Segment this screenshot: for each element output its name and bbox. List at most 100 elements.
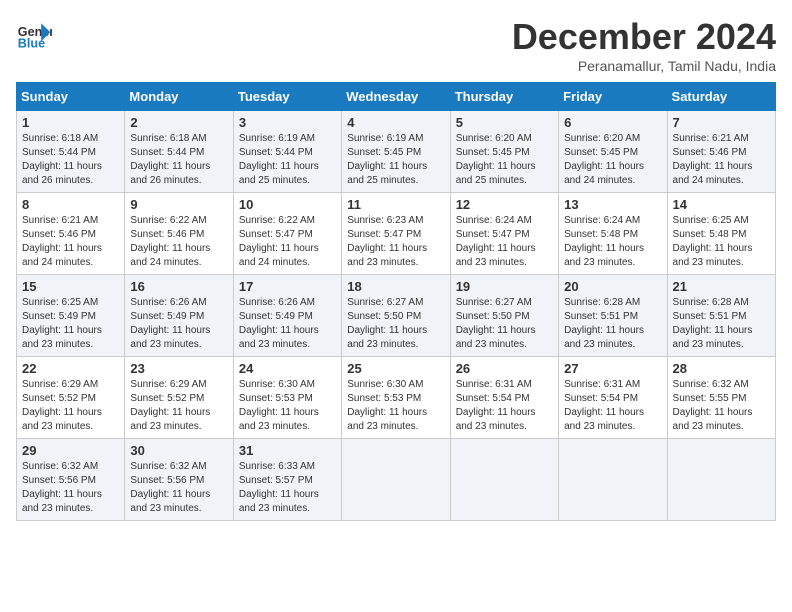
calendar-cell: 19 Sunrise: 6:27 AM Sunset: 5:50 PM Dayli… [450, 275, 558, 357]
calendar-week-row: 1 Sunrise: 6:18 AM Sunset: 5:44 PM Daylig… [17, 111, 776, 193]
month-title: December 2024 [512, 16, 776, 58]
calendar-cell: 18Sunrise: 6:27 AM Sunset: 5:50 PM Dayli… [342, 275, 450, 357]
calendar-body: 1 Sunrise: 6:18 AM Sunset: 5:44 PM Daylig… [17, 111, 776, 521]
day-number: 23 [130, 361, 227, 376]
calendar-cell: 11 Sunrise: 6:23 AM Sunset: 5:47 PM Dayli… [342, 193, 450, 275]
day-info: Sunrise: 6:20 AM Sunset: 5:45 PM Dayligh… [456, 132, 553, 188]
day-info: Sunrise: 6:23 AM Sunset: 5:47 PM Dayligh… [347, 214, 444, 270]
day-info: Sunrise: 6:22 AM Sunset: 5:46 PM Dayligh… [130, 214, 227, 270]
calendar-cell: 12 Sunrise: 6:24 AM Sunset: 5:47 PM Dayli… [450, 193, 558, 275]
calendar-cell [559, 439, 667, 521]
day-info: Sunrise: 6:24 AM Sunset: 5:47 PM Dayligh… [456, 214, 553, 270]
day-info: Sunrise: 6:21 AM Sunset: 5:46 PM Dayligh… [22, 214, 119, 270]
calendar-cell: 17 Sunrise: 6:26 AM Sunset: 5:49 PM Dayli… [233, 275, 341, 357]
weekday-header: Wednesday [342, 83, 450, 111]
calendar-cell: 7Sunrise: 6:21 AM Sunset: 5:46 PM Daylig… [667, 111, 775, 193]
day-number: 22 [22, 361, 119, 376]
day-number: 14 [673, 197, 770, 212]
day-number: 2 [130, 115, 227, 130]
day-number: 25 [347, 361, 444, 376]
calendar-cell: 16 Sunrise: 6:26 AM Sunset: 5:49 PM Dayli… [125, 275, 233, 357]
day-number: 5 [456, 115, 553, 130]
calendar-cell: 30 Sunrise: 6:32 AM Sunset: 5:56 PM Dayli… [125, 439, 233, 521]
weekday-header: Saturday [667, 83, 775, 111]
calendar-cell: 23 Sunrise: 6:29 AM Sunset: 5:52 PM Dayli… [125, 357, 233, 439]
day-info: Sunrise: 6:30 AM Sunset: 5:53 PM Dayligh… [347, 378, 444, 434]
page-header: General Blue December 2024 Peranamallur,… [16, 16, 776, 74]
weekday-header: Thursday [450, 83, 558, 111]
day-number: 19 [456, 279, 553, 294]
day-number: 13 [564, 197, 661, 212]
calendar-week-row: 15Sunrise: 6:25 AM Sunset: 5:49 PM Dayli… [17, 275, 776, 357]
day-number: 11 [347, 197, 444, 212]
calendar-cell: 13 Sunrise: 6:24 AM Sunset: 5:48 PM Dayli… [559, 193, 667, 275]
day-number: 16 [130, 279, 227, 294]
logo-icon: General Blue [16, 16, 52, 52]
day-number: 6 [564, 115, 661, 130]
calendar-cell: 21 Sunrise: 6:28 AM Sunset: 5:51 PM Dayli… [667, 275, 775, 357]
day-info: Sunrise: 6:24 AM Sunset: 5:48 PM Dayligh… [564, 214, 661, 270]
day-number: 31 [239, 443, 336, 458]
day-info: Sunrise: 6:31 AM Sunset: 5:54 PM Dayligh… [456, 378, 553, 434]
day-info: Sunrise: 6:32 AM Sunset: 5:56 PM Dayligh… [130, 460, 227, 516]
day-info: Sunrise: 6:29 AM Sunset: 5:52 PM Dayligh… [130, 378, 227, 434]
day-info: Sunrise: 6:19 AM Sunset: 5:44 PM Dayligh… [239, 132, 336, 188]
day-info: Sunrise: 6:20 AM Sunset: 5:45 PM Dayligh… [564, 132, 661, 188]
weekday-header: Friday [559, 83, 667, 111]
calendar-week-row: 29 Sunrise: 6:32 AM Sunset: 5:56 PM Dayli… [17, 439, 776, 521]
day-info: Sunrise: 6:22 AM Sunset: 5:47 PM Dayligh… [239, 214, 336, 270]
day-number: 21 [673, 279, 770, 294]
day-number: 4 [347, 115, 444, 130]
day-info: Sunrise: 6:32 AM Sunset: 5:56 PM Dayligh… [22, 460, 119, 516]
calendar-cell: 8 Sunrise: 6:21 AM Sunset: 5:46 PM Daylig… [17, 193, 125, 275]
calendar-cell: 5 Sunrise: 6:20 AM Sunset: 5:45 PM Daylig… [450, 111, 558, 193]
title-block: December 2024 Peranamallur, Tamil Nadu, … [512, 16, 776, 74]
day-info: Sunrise: 6:19 AM Sunset: 5:45 PM Dayligh… [347, 132, 444, 188]
calendar-cell: 3 Sunrise: 6:19 AM Sunset: 5:44 PM Daylig… [233, 111, 341, 193]
day-number: 12 [456, 197, 553, 212]
calendar-cell: 4 Sunrise: 6:19 AM Sunset: 5:45 PM Daylig… [342, 111, 450, 193]
calendar-cell: 1Sunrise: 6:18 AM Sunset: 5:44 PM Daylig… [17, 111, 125, 193]
day-info: Sunrise: 6:26 AM Sunset: 5:49 PM Dayligh… [130, 296, 227, 352]
day-number: 18 [347, 279, 444, 294]
calendar-cell: 15Sunrise: 6:25 AM Sunset: 5:49 PM Dayli… [17, 275, 125, 357]
day-info: Sunrise: 6:31 AM Sunset: 5:54 PM Dayligh… [564, 378, 661, 434]
calendar-cell: 27 Sunrise: 6:31 AM Sunset: 5:54 PM Dayli… [559, 357, 667, 439]
calendar-cell: 22Sunrise: 6:29 AM Sunset: 5:52 PM Dayli… [17, 357, 125, 439]
calendar-cell: 20 Sunrise: 6:28 AM Sunset: 5:51 PM Dayli… [559, 275, 667, 357]
calendar-cell [342, 439, 450, 521]
day-number: 28 [673, 361, 770, 376]
calendar-cell [667, 439, 775, 521]
weekday-header: Monday [125, 83, 233, 111]
day-number: 20 [564, 279, 661, 294]
svg-text:Blue: Blue [18, 37, 45, 51]
calendar-cell: 29 Sunrise: 6:32 AM Sunset: 5:56 PM Dayli… [17, 439, 125, 521]
day-number: 24 [239, 361, 336, 376]
calendar-cell: 26Sunrise: 6:31 AM Sunset: 5:54 PM Dayli… [450, 357, 558, 439]
day-info: Sunrise: 6:26 AM Sunset: 5:49 PM Dayligh… [239, 296, 336, 352]
weekday-header: Tuesday [233, 83, 341, 111]
day-number: 27 [564, 361, 661, 376]
day-number: 8 [22, 197, 119, 212]
calendar-cell: 9Sunrise: 6:22 AM Sunset: 5:46 PM Daylig… [125, 193, 233, 275]
day-number: 1 [22, 115, 119, 130]
day-number: 17 [239, 279, 336, 294]
day-info: Sunrise: 6:28 AM Sunset: 5:51 PM Dayligh… [564, 296, 661, 352]
calendar-week-row: 8 Sunrise: 6:21 AM Sunset: 5:46 PM Daylig… [17, 193, 776, 275]
day-number: 7 [673, 115, 770, 130]
location-subtitle: Peranamallur, Tamil Nadu, India [512, 58, 776, 74]
day-info: Sunrise: 6:27 AM Sunset: 5:50 PM Dayligh… [456, 296, 553, 352]
day-info: Sunrise: 6:18 AM Sunset: 5:44 PM Dayligh… [130, 132, 227, 188]
day-info: Sunrise: 6:28 AM Sunset: 5:51 PM Dayligh… [673, 296, 770, 352]
day-info: Sunrise: 6:33 AM Sunset: 5:57 PM Dayligh… [239, 460, 336, 516]
calendar-cell: 10 Sunrise: 6:22 AM Sunset: 5:47 PM Dayli… [233, 193, 341, 275]
day-number: 30 [130, 443, 227, 458]
calendar-week-row: 22 Sunrise: 6:29 AM Sunset: 5:52 PM Dayli… [17, 357, 776, 439]
calendar-cell: 28Sunrise: 6:32 AM Sunset: 5:55 PM Dayli… [667, 357, 775, 439]
calendar-cell: 6 Sunrise: 6:20 AM Sunset: 5:45 PM Daylig… [559, 111, 667, 193]
day-number: 3 [239, 115, 336, 130]
day-number: 10 [239, 197, 336, 212]
calendar-cell: 25 Sunrise: 6:30 AM Sunset: 5:53 PM Dayli… [342, 357, 450, 439]
calendar-header-row: SundayMondayTuesdayWednesdayThursdayFrid… [17, 83, 776, 111]
day-number: 29 [22, 443, 119, 458]
